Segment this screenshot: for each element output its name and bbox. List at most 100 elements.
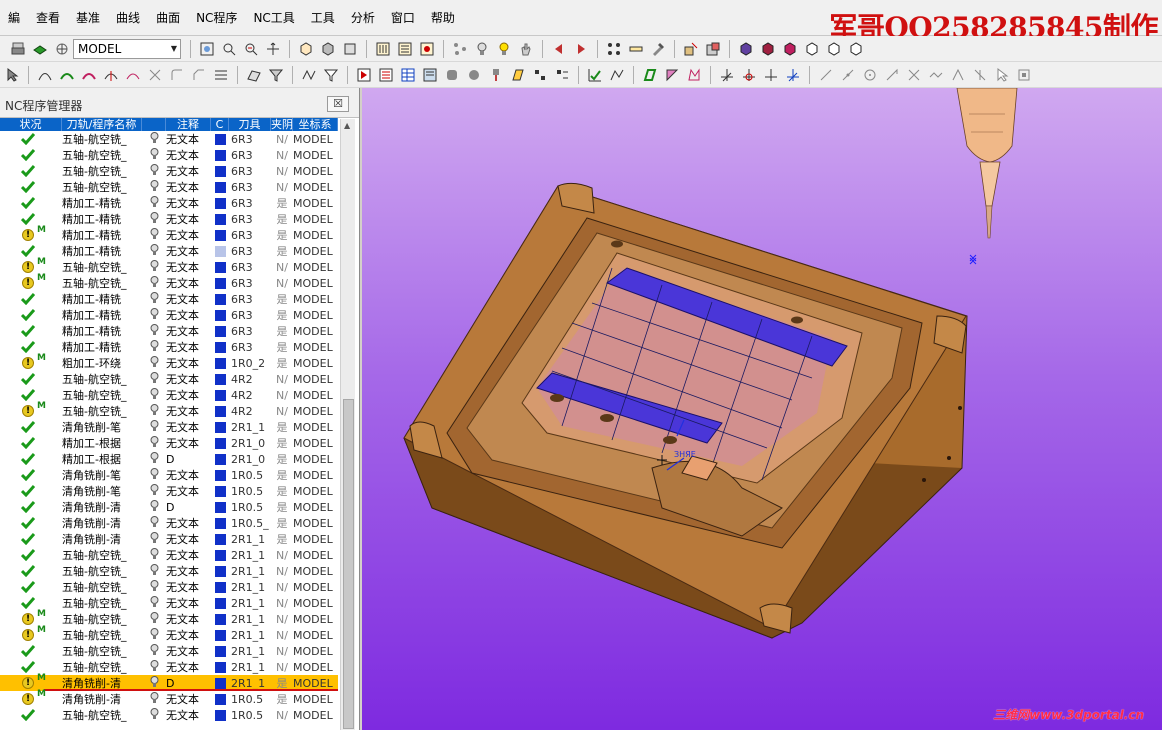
- lightbulb-icon[interactable]: [142, 195, 166, 211]
- menu-item[interactable]: 帮助: [423, 10, 463, 26]
- light-on-icon[interactable]: [496, 41, 512, 57]
- axis-move-icon[interactable]: [719, 67, 735, 83]
- table-row[interactable]: 清角铣削-笔 无文本 2R1_1 是 MODEL: [0, 419, 338, 435]
- cube-view-6-icon[interactable]: [848, 41, 864, 57]
- lightbulb-icon[interactable]: [142, 451, 166, 467]
- lightbulb-icon[interactable]: [142, 707, 166, 723]
- lightbulb-icon[interactable]: [142, 627, 166, 643]
- lightbulb-icon[interactable]: [142, 163, 166, 179]
- table-row[interactable]: ! M 精加工-精铣 无文本 6R3 是 MODEL: [0, 225, 338, 243]
- table-row[interactable]: 清角铣削-笔 无文本 1R0.5 是 MODEL: [0, 483, 338, 499]
- lightbulb-icon[interactable]: [142, 339, 166, 355]
- lightbulb-icon[interactable]: [142, 179, 166, 195]
- toolpath-list-icon[interactable]: [397, 41, 413, 57]
- lightbulb-icon[interactable]: [142, 419, 166, 435]
- table-row[interactable]: ! M 清角铣削-清 无文本 1R0.5 是 MODEL: [0, 689, 338, 707]
- axis-create-icon[interactable]: [785, 67, 801, 83]
- menu-item[interactable]: 分析: [343, 10, 383, 26]
- table-row[interactable]: 五轴-航空铣_ 无文本 2R1_1 N/MODEL: [0, 563, 338, 579]
- profile-icon[interactable]: [609, 67, 625, 83]
- lightbulb-icon[interactable]: [142, 595, 166, 611]
- column-bulb[interactable]: [142, 118, 166, 131]
- table-row[interactable]: ! M 清角铣削-清 D 2R1_1 是 MODEL: [0, 673, 338, 691]
- lightbulb-icon[interactable]: [142, 675, 166, 691]
- lightbulb-icon[interactable]: [142, 355, 166, 371]
- curve-edit-icon[interactable]: [37, 67, 53, 83]
- menu-item[interactable]: 曲线: [108, 10, 148, 26]
- table-row[interactable]: 精加工-精铣 无文本 6R3 是 MODEL: [0, 323, 338, 339]
- table-row[interactable]: 清角铣削-清 D 1R0.5 是 MODEL: [0, 499, 338, 515]
- graphics-viewport[interactable]: ЗНЯЕ 三维网www.3dportal.cn: [362, 88, 1162, 730]
- lightbulb-icon[interactable]: [142, 147, 166, 163]
- sim-list-icon[interactable]: [378, 67, 394, 83]
- lightbulb-icon[interactable]: [142, 563, 166, 579]
- lightbulb-icon[interactable]: [142, 227, 166, 243]
- sim-table-icon[interactable]: [400, 67, 416, 83]
- curve-offset-icon[interactable]: [81, 67, 97, 83]
- scroll-up-icon[interactable]: ▲: [344, 121, 350, 130]
- lightbulb-icon[interactable]: [142, 483, 166, 499]
- lightbulb-icon[interactable]: [142, 435, 166, 451]
- table-row[interactable]: 精加工-精铣 无文本 6R3 是 MODEL: [0, 243, 338, 259]
- column-clip[interactable]: 夹阴: [271, 118, 293, 131]
- table-row[interactable]: 精加工-精铣 无文本 6R3 是 MODEL: [0, 307, 338, 323]
- table-row[interactable]: 五轴-航空铣_ 无文本 4R2 N/MODEL: [0, 371, 338, 387]
- table-row[interactable]: 精加工-根据 D 2R1_0 是 MODEL: [0, 451, 338, 467]
- lightbulb-icon[interactable]: [142, 403, 166, 419]
- view-iso-icon[interactable]: [298, 41, 314, 57]
- block-icon[interactable]: [683, 41, 699, 57]
- lightbulb-icon[interactable]: [142, 259, 166, 275]
- lightbulb-icon[interactable]: [142, 291, 166, 307]
- pattern-edit-icon[interactable]: [686, 67, 702, 83]
- table-row[interactable]: 五轴-航空铣_ 无文本 4R2 N/MODEL: [0, 387, 338, 403]
- tool-icon[interactable]: [650, 41, 666, 57]
- toolpath-edit-icon[interactable]: [419, 41, 435, 57]
- table-row[interactable]: 五轴-航空铣_ 无文本 2R1_1 N/MODEL: [0, 579, 338, 595]
- draw-cross-icon[interactable]: [906, 67, 922, 83]
- sim-start-icon[interactable]: [356, 67, 372, 83]
- lightbulb-icon[interactable]: [142, 371, 166, 387]
- table-row[interactable]: ! M 五轴-航空铣_ 无文本 6R3 N/MODEL: [0, 257, 338, 275]
- column-status[interactable]: 状况: [0, 118, 62, 131]
- menu-item[interactable]: 曲面: [148, 10, 188, 26]
- draw-frame-icon[interactable]: [1016, 67, 1032, 83]
- draw-arc-icon[interactable]: [884, 67, 900, 83]
- cube-view-5-icon[interactable]: [826, 41, 842, 57]
- draw-line-icon[interactable]: [818, 67, 834, 83]
- table-row[interactable]: ! M 五轴-航空铣_ 无文本 6R3 N/MODEL: [0, 273, 338, 291]
- cube-view-4-icon[interactable]: [804, 41, 820, 57]
- node-icon[interactable]: [532, 67, 548, 83]
- light-off-icon[interactable]: [474, 41, 490, 57]
- table-row[interactable]: ! M 五轴-航空铣_ 无文本 4R2 N/MODEL: [0, 401, 338, 419]
- lightbulb-icon[interactable]: [142, 387, 166, 403]
- lightbulb-icon[interactable]: [142, 467, 166, 483]
- lightbulb-icon[interactable]: [142, 579, 166, 595]
- pan-icon[interactable]: [265, 41, 281, 57]
- surface-select-icon[interactable]: [246, 67, 262, 83]
- table-row[interactable]: ! M 粗加工-环绕 无文本 1R0_2 是 MODEL: [0, 353, 338, 371]
- boundary-icon[interactable]: [642, 67, 658, 83]
- column-coord[interactable]: 坐标系: [293, 118, 338, 131]
- table-row[interactable]: 精加工-精铣 无文本 6R3 是 MODEL: [0, 195, 338, 211]
- table-row[interactable]: 清角铣削-清 无文本 1R0.5_ 是 MODEL: [0, 515, 338, 531]
- close-button[interactable]: ☒: [327, 96, 349, 112]
- table-row[interactable]: 精加工-精铣 无文本 6R3 是 MODEL: [0, 339, 338, 355]
- hand-icon[interactable]: [518, 41, 534, 57]
- table-row[interactable]: ! M 五轴-航空铣_ 无文本 2R1_1 N/MODEL: [0, 625, 338, 643]
- select-arrow-icon[interactable]: [4, 67, 20, 83]
- table-row[interactable]: 五轴-航空铣_ 无文本 2R1_1 N/MODEL: [0, 595, 338, 611]
- lightbulb-icon[interactable]: [142, 531, 166, 547]
- arrow-right-icon[interactable]: [573, 41, 589, 57]
- table-row[interactable]: 精加工-精铣 无文本 6R3 是 MODEL: [0, 211, 338, 227]
- pattern-icon[interactable]: [301, 67, 317, 83]
- lightbulb-icon[interactable]: [142, 323, 166, 339]
- curve-trim-icon[interactable]: [103, 67, 119, 83]
- cutter-icon[interactable]: [488, 67, 504, 83]
- measure-icon[interactable]: [628, 41, 644, 57]
- lightbulb-icon[interactable]: [142, 691, 166, 707]
- table-row[interactable]: 精加工-根据 无文本 2R1_0 是 MODEL: [0, 435, 338, 451]
- table-row[interactable]: 清角铣削-笔 无文本 1R0.5 是 MODEL: [0, 467, 338, 483]
- network-icon[interactable]: [452, 41, 468, 57]
- draw-polyline-icon[interactable]: [840, 67, 856, 83]
- table-row[interactable]: 五轴-航空铣_ 无文本 6R3 N/MODEL: [0, 131, 338, 147]
